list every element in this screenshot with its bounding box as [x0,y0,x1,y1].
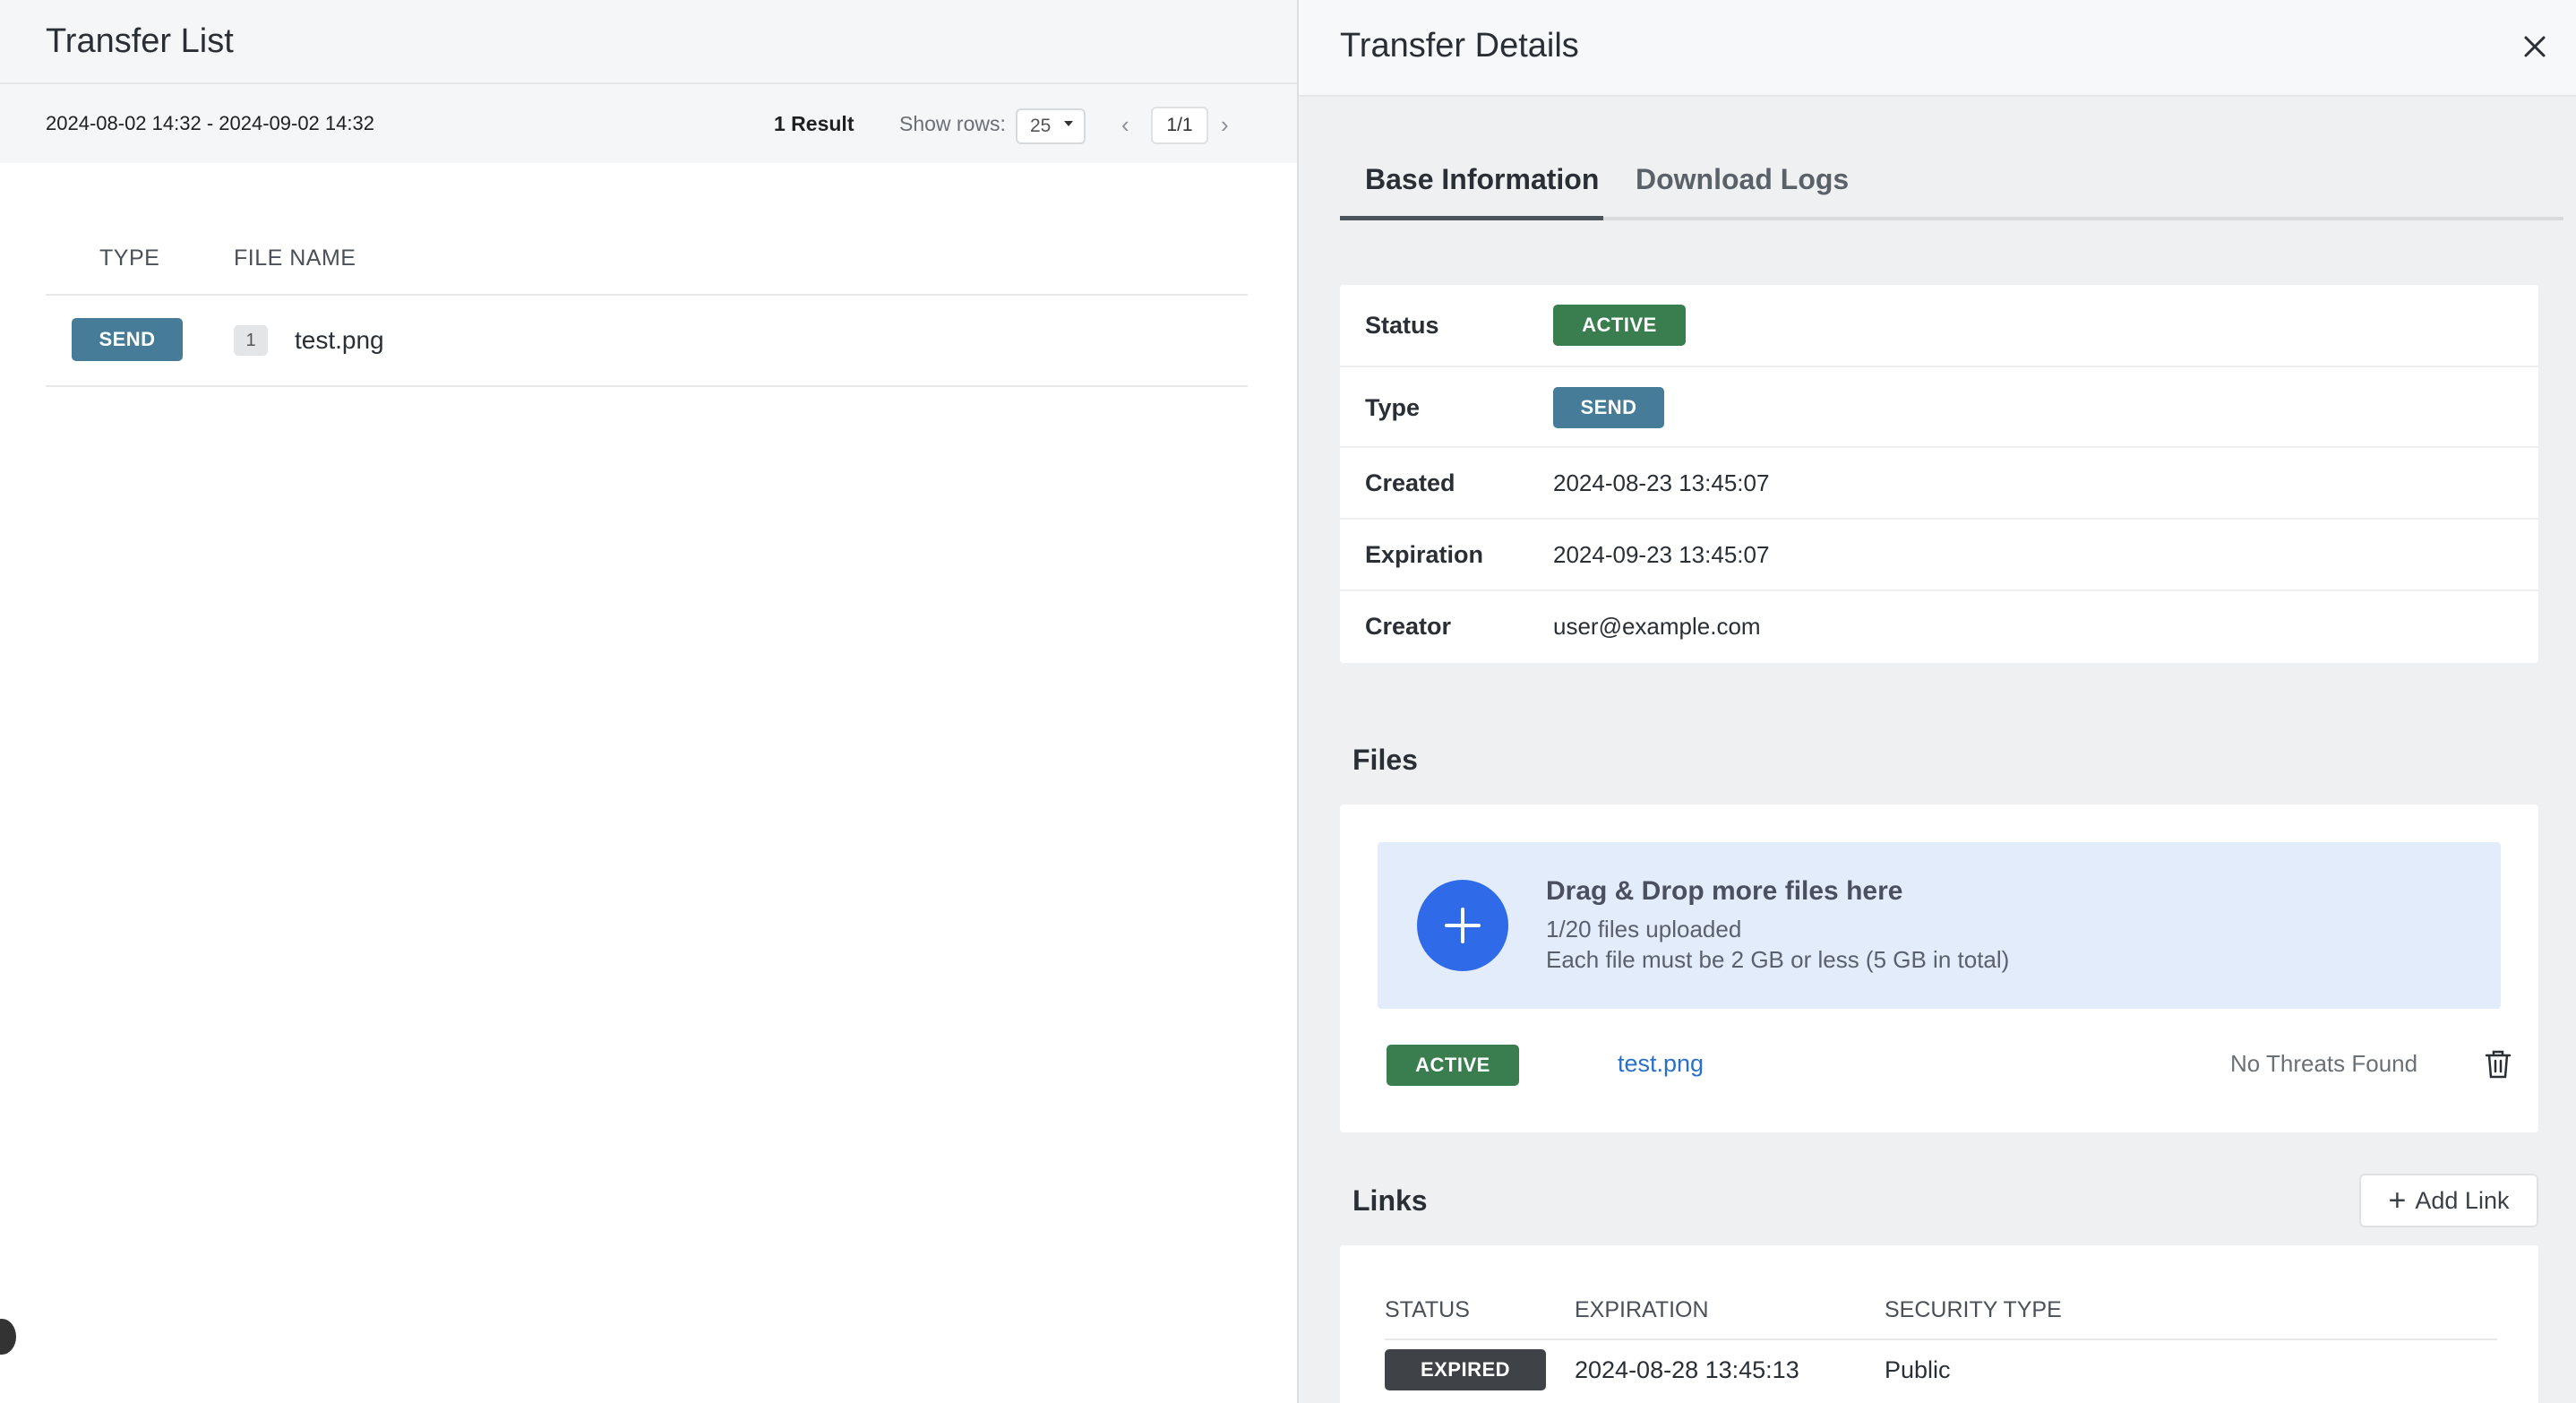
type-badge: SEND [1553,387,1664,428]
status-badge: ACTIVE [1553,305,1686,346]
table-header: TYPE FILE NAME [46,224,1248,296]
link-status-badge: EXPIRED [1385,1349,1546,1390]
info-row-type: Type SEND [1340,367,2538,448]
add-link-button[interactable]: + Add Link [2359,1174,2538,1227]
transfer-list-header: Transfer List [0,0,1297,84]
file-link[interactable]: test.png [1618,1050,1704,1078]
transfer-list-panel: Transfer List 2024-08-02 14:32 - 2024-09… [0,0,1297,1403]
link-security-type: Public [1885,1356,1951,1383]
details-header: Transfer Details [1299,0,2576,97]
result-count: 1 Result [774,111,854,135]
links-section-title: Links [1352,1184,1428,1217]
info-row-status: Status ACTIVE [1340,285,2538,367]
type-label: Type [1365,394,1421,421]
base-info-card: Status ACTIVE Type SEND Created 2024-08-… [1340,285,2538,663]
file-list-item: ACTIVE test.png No Threats Found [1340,1039,2538,1100]
expiration-label: Expiration [1365,541,1484,568]
created-label: Created [1365,469,1455,496]
info-row-creator: Creator user@example.com [1340,591,2538,663]
add-link-label: Add Link [2415,1186,2510,1214]
rows-per-page-select[interactable]: 25 [1016,108,1086,144]
table-row[interactable]: SEND 1 test.png [46,296,1248,387]
drop-zone-limit: Each file must be 2 GB or less (5 GB in … [1546,946,2010,973]
files-card: Drag & Drop more files here 1/20 files u… [1340,805,2538,1132]
file-drop-zone[interactable]: Drag & Drop more files here 1/20 files u… [1378,842,2501,1009]
expiration-value: 2024-09-23 13:45:07 [1553,541,1770,568]
trash-icon[interactable] [2483,1048,2513,1080]
tab-download-logs[interactable]: Download Logs [1636,163,1849,196]
column-header-status: STATUS [1385,1297,1470,1322]
status-label: Status [1365,312,1439,339]
drop-zone-title: Drag & Drop more files here [1546,876,1903,906]
chevron-right-icon[interactable]: › [1221,111,1229,139]
file-name: test.png [295,326,384,354]
links-card: STATUS EXPIRATION SECURITY TYPE EXPIRED … [1340,1245,2538,1403]
links-table-header: STATUS EXPIRATION SECURITY TYPE [1385,1297,2497,1340]
tab-base-information[interactable]: Base Information [1365,163,1599,196]
files-section-title: Files [1352,744,1418,776]
chevron-left-icon[interactable]: ‹ [1121,111,1129,139]
column-header-type[interactable]: TYPE [99,245,159,271]
details-title: Transfer Details [1340,27,1579,65]
date-range-filter[interactable]: 2024-08-02 14:32 - 2024-09-02 14:32 [46,112,374,135]
show-rows-label: Show rows: [899,111,1006,135]
caret-down-icon [1064,121,1073,126]
rows-per-page-value: 25 [1030,116,1052,136]
info-row-expiration: Expiration 2024-09-23 13:45:07 [1340,520,2538,591]
info-row-created: Created 2024-08-23 13:45:07 [1340,448,2538,520]
file-status-badge: ACTIVE [1387,1045,1519,1086]
list-toolbar: 2024-08-02 14:32 - 2024-09-02 14:32 1 Re… [0,84,1297,163]
close-icon[interactable] [2517,29,2553,65]
plus-icon: + [2388,1184,2407,1218]
plus-icon[interactable] [1417,880,1508,971]
active-tab-indicator [1340,216,1603,220]
column-header-security-type: SECURITY TYPE [1885,1297,2062,1322]
threat-scan-status: No Threats Found [2230,1050,2418,1077]
page-title: Transfer List [46,22,234,60]
details-tabs: Base Information Download Logs [1340,151,2563,220]
transfer-details-panel: Transfer Details Base Information Downlo… [1297,0,2576,1403]
column-header-file-name[interactable]: FILE NAME [234,245,356,271]
page-indicator[interactable]: 1/1 [1151,107,1208,144]
link-expiration: 2024-08-28 13:45:13 [1575,1356,1799,1383]
drop-zone-count: 1/20 files uploaded [1546,916,1742,943]
link-row[interactable]: EXPIRED 2024-08-28 13:45:13 Public [1385,1349,2497,1403]
creator-value: user@example.com [1553,613,1761,640]
type-badge: SEND [72,318,183,361]
floating-help-button[interactable] [0,1319,16,1355]
file-count-chip: 1 [234,325,268,356]
creator-label: Creator [1365,613,1452,640]
column-header-expiration: EXPIRATION [1575,1297,1709,1322]
created-value: 2024-08-23 13:45:07 [1553,469,1770,496]
